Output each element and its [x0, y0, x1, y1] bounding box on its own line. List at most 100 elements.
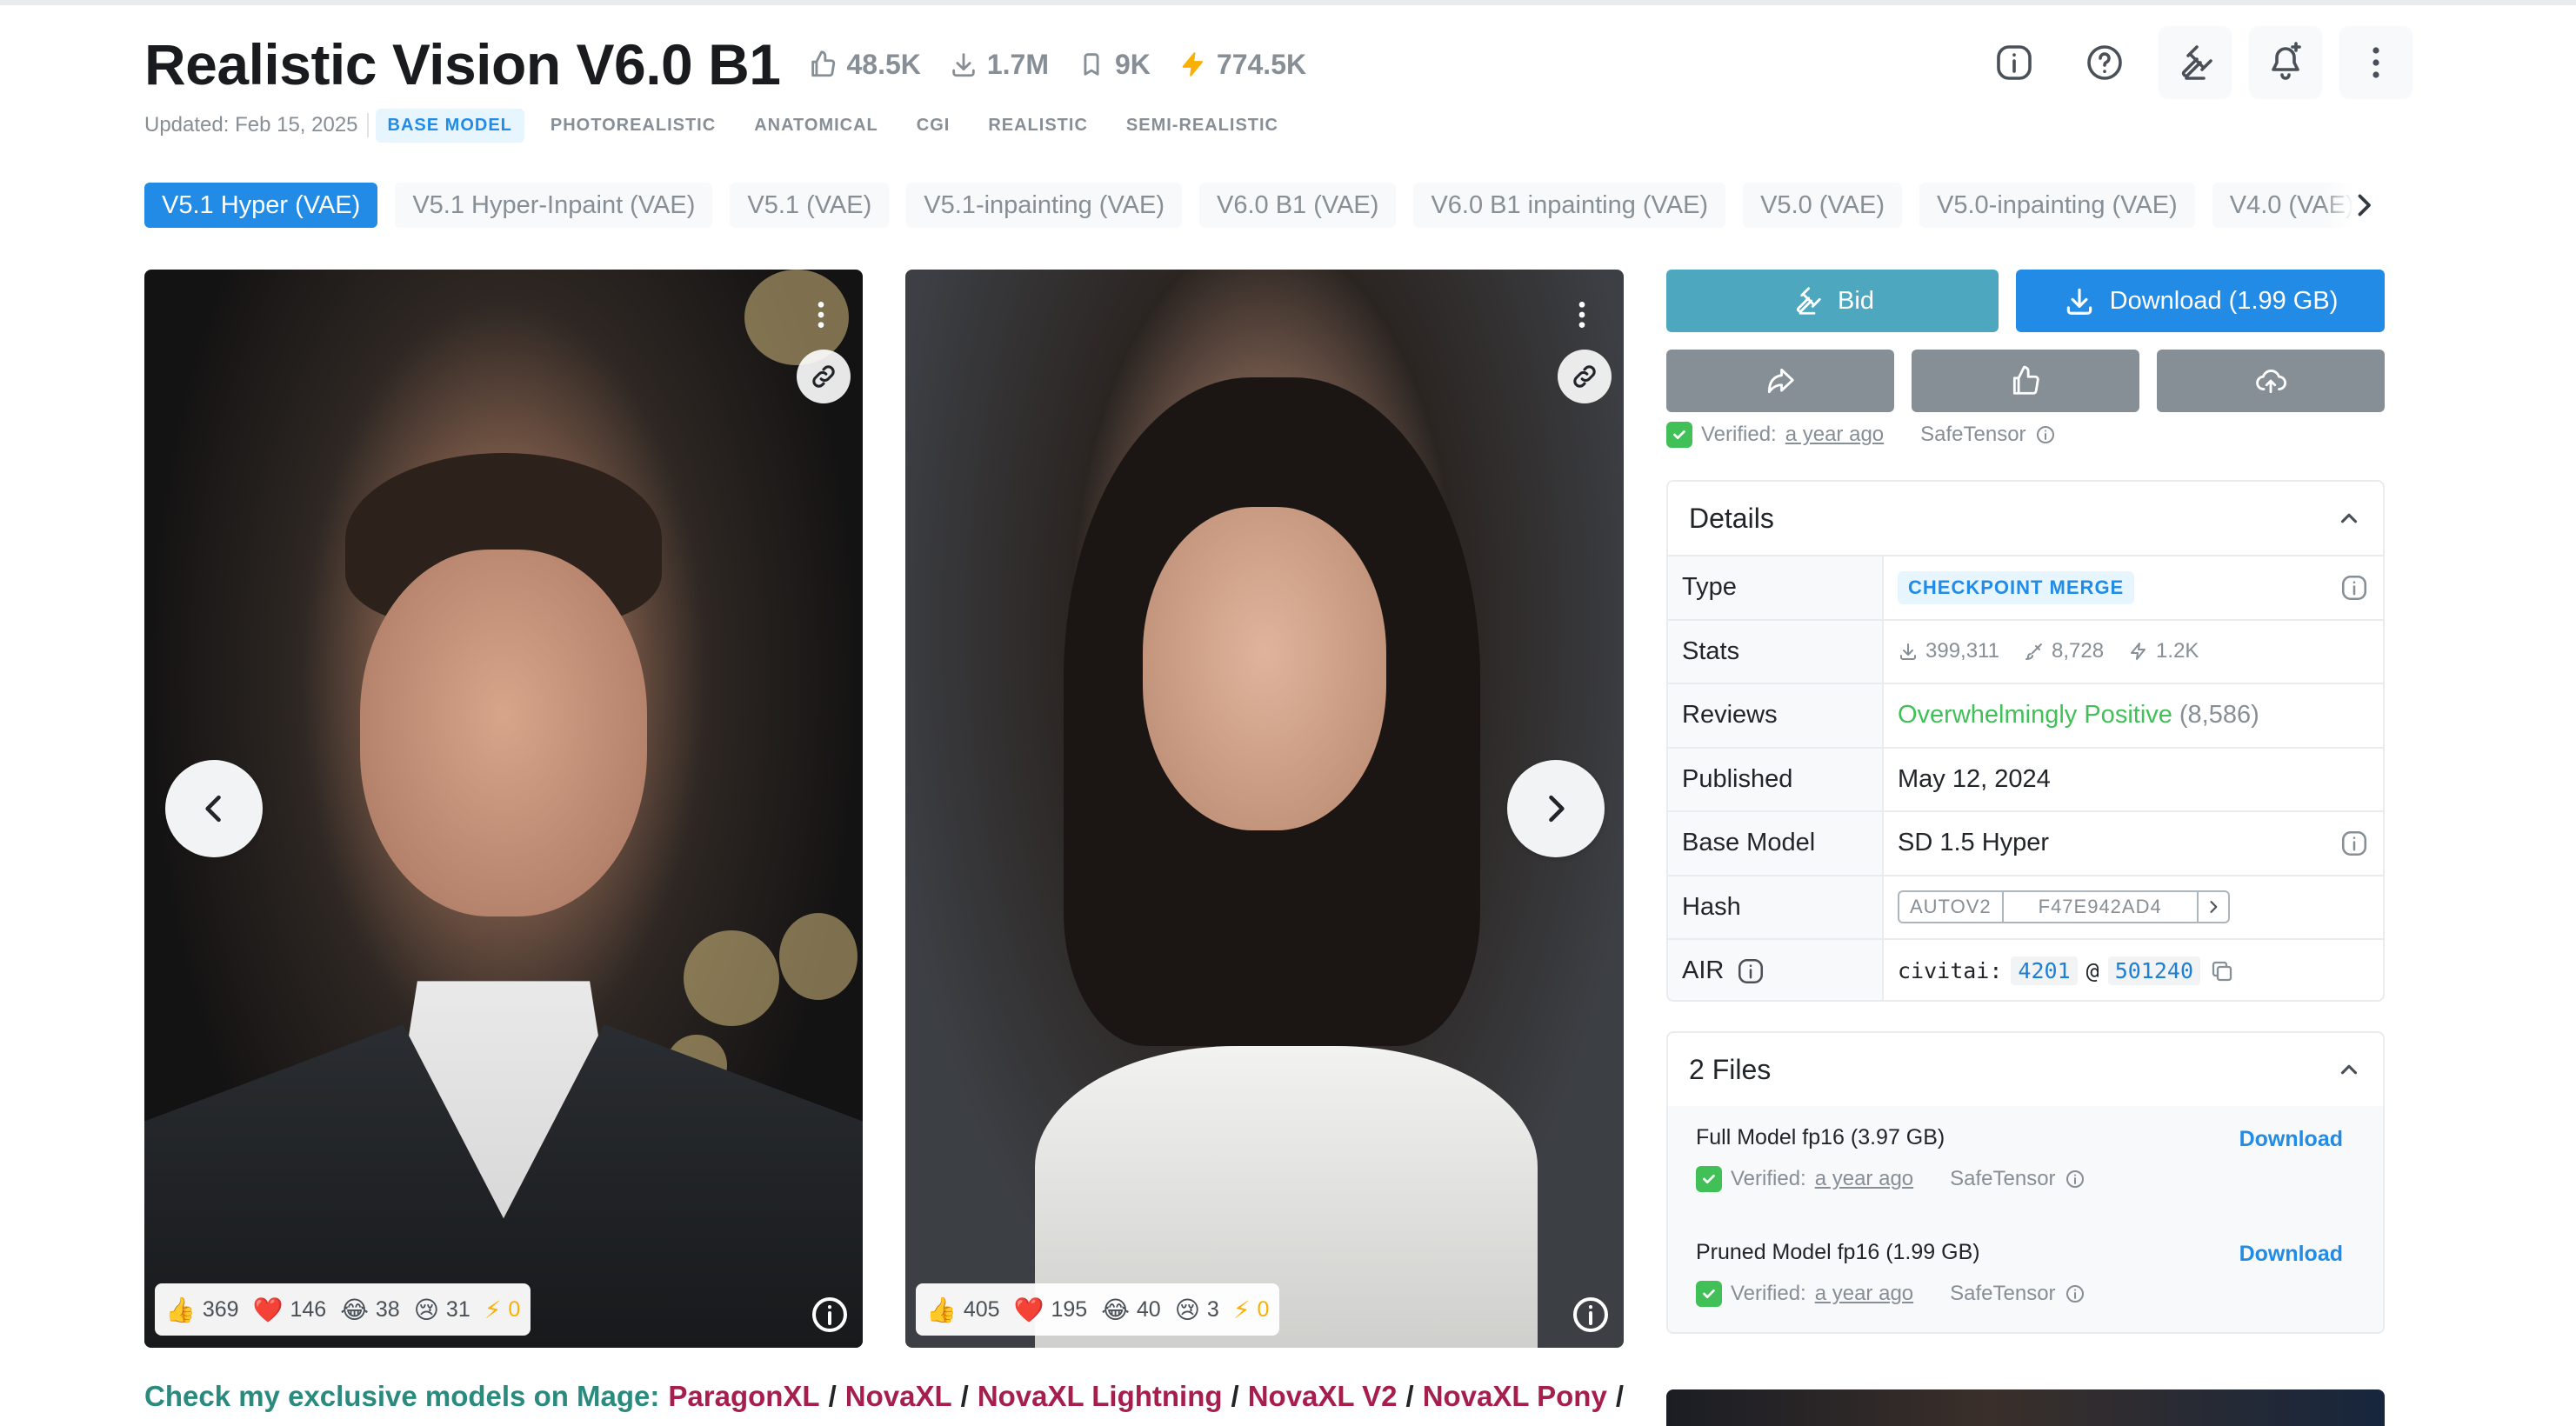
gallery-prev-button[interactable] — [165, 760, 263, 857]
verified-time[interactable]: a year ago — [1815, 1282, 1913, 1306]
reaction-heart[interactable]: ❤️ 195 — [1014, 1296, 1088, 1324]
kebab-menu-icon — [818, 302, 824, 328]
tab-version-2[interactable]: V5.1 Hyper-Inpaint (VAE) — [395, 183, 713, 228]
meta-row: Updated: Feb 15, 2025 BASE MODEL PHOTORE… — [144, 108, 1291, 143]
air-model-id: 4201 — [2011, 956, 2078, 986]
heart-emoji-icon: ❤️ — [252, 1296, 284, 1323]
reaction-laugh[interactable]: 😂 38 — [340, 1296, 400, 1324]
download-button[interactable]: Download (1.99 GB) — [2016, 270, 2385, 332]
verified-time[interactable]: a year ago — [1815, 1167, 1913, 1191]
tag-realistic[interactable]: REALISTIC — [976, 109, 1100, 143]
detail-value: SD 1.5 Hyper — [1884, 812, 2383, 875]
info-icon[interactable] — [2065, 1283, 2085, 1304]
share-button[interactable] — [1666, 350, 1894, 412]
question-circle-icon — [2087, 45, 2122, 80]
promo-line: Check my exclusive models on Mage: Parag… — [144, 1377, 1624, 1416]
tag-anatomical[interactable]: ANATOMICAL — [742, 109, 891, 143]
info-icon[interactable] — [1736, 956, 1765, 986]
format-label: SafeTensor — [1950, 1167, 2056, 1190]
stats-generations: 8,728 — [2024, 639, 2104, 663]
promo-link-paragonxl[interactable]: ParagonXL — [668, 1380, 819, 1413]
air-identifier[interactable]: civitai: 4201 @ 501240 — [1898, 956, 2235, 986]
copy-icon[interactable] — [2209, 958, 2235, 984]
reaction-like[interactable]: 👍 369 — [165, 1296, 239, 1324]
info-button[interactable] — [1978, 26, 2051, 99]
reaction-like[interactable]: 👍 405 — [926, 1296, 1000, 1324]
published-date: May 12, 2024 — [1898, 764, 2051, 793]
detail-label: Stats — [1668, 620, 1884, 683]
image-link-button[interactable] — [1558, 350, 1612, 403]
verified-time[interactable]: a year ago — [1785, 423, 1884, 447]
related-image-preview[interactable] — [1666, 1389, 2385, 1426]
promo-link-novaxl-pony[interactable]: NovaXL Pony — [1423, 1380, 1607, 1413]
reaction-count: 195 — [1051, 1296, 1088, 1322]
hash-value[interactable]: F47E942AD4 — [2004, 892, 2197, 922]
info-icon[interactable] — [2035, 424, 2056, 445]
files-header[interactable]: 2 Files — [1668, 1033, 2383, 1106]
tab-version-3[interactable]: V5.1 (VAE) — [730, 183, 890, 228]
reaction-count: 0 — [1257, 1296, 1270, 1322]
reaction-tip[interactable]: ⚡ 0 — [484, 1296, 521, 1324]
reviews-sentiment[interactable]: Overwhelmingly Positive — [1898, 701, 2172, 730]
file-download-link[interactable]: Download — [2239, 1127, 2343, 1152]
bookmarks-stat: 9K — [1077, 49, 1151, 81]
tab-version-1[interactable]: V5.1 Hyper (VAE) — [144, 183, 378, 228]
tag-photorealistic[interactable]: PHOTOREALISTIC — [538, 109, 728, 143]
promo-link-novaxl-lightning[interactable]: NovaXL Lightning — [978, 1380, 1223, 1413]
more-options-button[interactable] — [2339, 26, 2412, 99]
portrait-face — [1142, 506, 1387, 830]
promo-lead: Check my exclusive models on Mage: — [144, 1380, 660, 1412]
like-button[interactable] — [1912, 350, 2139, 412]
gallery-next-button[interactable] — [1507, 760, 1605, 857]
stats-generations-value: 8,728 — [2051, 639, 2105, 663]
info-icon[interactable] — [2339, 573, 2369, 603]
promo-link-novaxl[interactable]: NovaXL — [845, 1380, 952, 1413]
help-button[interactable] — [2068, 26, 2141, 99]
hash-type[interactable]: AUTOV2 — [1899, 892, 2004, 923]
file-verified-row: Verified: a year ago SafeTensor — [1696, 1281, 2353, 1307]
reaction-cry[interactable]: 😢 3 — [1175, 1296, 1219, 1324]
tabs-scroll-right[interactable] — [2322, 183, 2379, 228]
image-info-button[interactable] — [1570, 1294, 1612, 1336]
reaction-heart[interactable]: ❤️ 146 — [253, 1296, 327, 1324]
tab-version-6[interactable]: V6.0 B1 inpainting (VAE) — [1413, 183, 1726, 228]
info-icon[interactable] — [2339, 829, 2369, 858]
bolt-emoji-icon: ⚡ — [1232, 1296, 1251, 1323]
reaction-count: 3 — [1206, 1296, 1219, 1322]
detail-value: CHECKPOINT MERGE — [1884, 556, 2383, 619]
tab-version-5[interactable]: V6.0 B1 (VAE) — [1199, 183, 1397, 228]
bid-button[interactable]: Bid — [1666, 270, 1999, 332]
notify-button[interactable] — [2249, 26, 2322, 99]
tab-version-4[interactable]: V5.1-inpainting (VAE) — [906, 183, 1182, 228]
image-menu-button[interactable] — [1565, 290, 1599, 339]
stats-buzz-value: 1.2K — [2156, 639, 2199, 663]
tab-version-7[interactable]: V5.0 (VAE) — [1743, 183, 1902, 228]
cloud-upload-button[interactable] — [2157, 350, 2385, 412]
format-label: SafeTensor — [1950, 1282, 2056, 1305]
detail-label: Published — [1668, 748, 1884, 810]
image-menu-button[interactable] — [804, 290, 838, 339]
details-header[interactable]: Details — [1668, 482, 2383, 555]
reaction-laugh[interactable]: 😂 40 — [1101, 1296, 1161, 1324]
hash-box[interactable]: AUTOV2 F47E942AD4 — [1898, 890, 2230, 924]
laugh-emoji-icon: 😂 — [1101, 1296, 1130, 1323]
image-link-button[interactable] — [797, 350, 851, 403]
image-info-button[interactable] — [809, 1294, 851, 1336]
type-badge: CHECKPOINT MERGE — [1898, 570, 2135, 604]
detail-value[interactable]: Overwhelmingly Positive (8,586) — [1884, 684, 2383, 747]
air-label: AIR — [1682, 956, 1725, 985]
tag-semi-realistic[interactable]: SEMI-REALISTIC — [1114, 109, 1291, 143]
tag-cgi[interactable]: CGI — [904, 109, 963, 143]
stats-values: 399,311 8,728 1.2K — [1898, 639, 2199, 663]
hash-next-button[interactable] — [2196, 892, 2228, 923]
file-download-link[interactable]: Download — [2239, 1242, 2343, 1267]
promo-link-novaxl-v2[interactable]: NovaXL V2 — [1248, 1380, 1398, 1413]
info-icon[interactable] — [2065, 1169, 2085, 1189]
tab-version-8[interactable]: V5.0-inpainting (VAE) — [1919, 183, 2195, 228]
tag-base-model[interactable]: BASE MODEL — [375, 108, 524, 143]
reaction-tip[interactable]: ⚡ 0 — [1233, 1296, 1270, 1324]
auction-button[interactable] — [2159, 26, 2232, 99]
download-icon — [2066, 288, 2092, 315]
reaction-cry[interactable]: 😢 31 — [414, 1296, 470, 1324]
cloud-upload-icon — [2256, 370, 2286, 394]
